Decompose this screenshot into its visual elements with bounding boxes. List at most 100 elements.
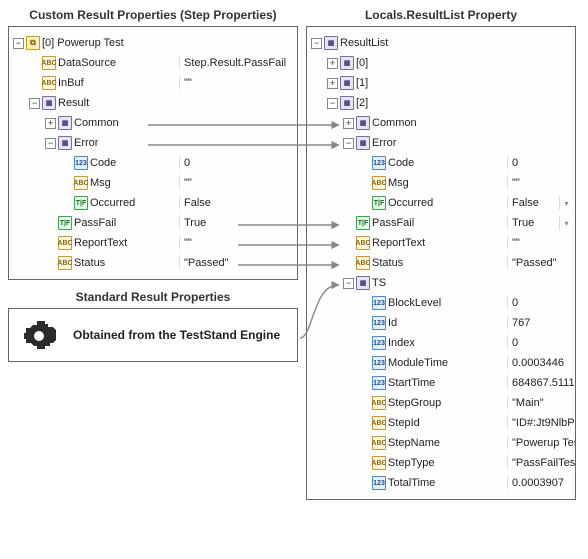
node-label: PassFail: [74, 217, 116, 229]
tree-row[interactable]: ABC StepName "Powerup Test": [307, 433, 575, 453]
node-label: TotalTime: [388, 477, 435, 489]
tree-row-root[interactable]: − ⧉ [0] Powerup Test: [9, 33, 297, 53]
container-icon: ▦: [356, 136, 370, 150]
expand-icon[interactable]: +: [343, 118, 354, 129]
expand-icon[interactable]: +: [327, 58, 338, 69]
string-icon: ABC: [42, 76, 56, 90]
string-icon: ABC: [356, 256, 370, 270]
tree-row[interactable]: 123 BlockLevel 0: [307, 293, 575, 313]
node-label: Msg: [388, 177, 409, 189]
number-icon: 123: [372, 156, 386, 170]
node-label: Id: [388, 317, 397, 329]
tree-row[interactable]: T|F Occurred False ▾: [307, 193, 575, 213]
collapse-icon[interactable]: −: [343, 278, 354, 289]
node-value: "Passed": [179, 257, 297, 269]
boolean-icon: T|F: [74, 196, 88, 210]
tree-row-status[interactable]: ABC Status "Passed": [9, 253, 297, 273]
tree-row[interactable]: 123 TotalTime 0.0003907: [307, 473, 575, 493]
tree-row-root[interactable]: − ▦ ResultList: [307, 33, 575, 53]
string-icon: ABC: [356, 236, 370, 250]
number-icon: 123: [372, 296, 386, 310]
node-label: InBuf: [58, 77, 84, 89]
node-label: ReportText: [372, 237, 425, 249]
node-value: 0: [507, 297, 575, 309]
node-value: "": [179, 77, 297, 89]
node-value: "Main": [507, 397, 575, 409]
tree-row-common[interactable]: + ▦ Common: [9, 113, 297, 133]
tree-row-common[interactable]: + ▦ Common: [307, 113, 575, 133]
collapse-icon[interactable]: −: [327, 98, 338, 109]
node-label: StepGroup: [388, 397, 441, 409]
expand-icon[interactable]: +: [45, 118, 56, 129]
node-label: Occurred: [388, 197, 433, 209]
number-icon: 123: [372, 336, 386, 350]
number-icon: 123: [74, 156, 88, 170]
tree-row-passfail[interactable]: T|F PassFail True: [9, 213, 297, 233]
node-label: Msg: [90, 177, 111, 189]
boolean-icon: T|F: [356, 216, 370, 230]
string-icon: ABC: [58, 236, 72, 250]
container-icon: ▦: [340, 76, 354, 90]
container-icon: ▦: [58, 116, 72, 130]
tree-row-error[interactable]: − ▦ Error: [307, 133, 575, 153]
node-value: "PassFailTest": [507, 457, 575, 469]
collapse-icon[interactable]: −: [29, 98, 40, 109]
tree-row[interactable]: − ▦ [2]: [307, 93, 575, 113]
right-tree-panel: − ▦ ResultList + ▦ [0] + ▦ [1] −: [306, 26, 576, 500]
tree-row-status[interactable]: ABC Status "Passed": [307, 253, 575, 273]
node-label: PassFail: [372, 217, 414, 229]
tree-row[interactable]: + ▦ [0]: [307, 53, 575, 73]
tree-row[interactable]: 123 ModuleTime 0.0003446: [307, 353, 575, 373]
tree-row[interactable]: ABC StepType "PassFailTest": [307, 453, 575, 473]
node-label: Index: [388, 337, 415, 349]
collapse-icon[interactable]: −: [311, 38, 322, 49]
boolean-icon: T|F: [58, 216, 72, 230]
number-icon: 123: [372, 376, 386, 390]
dropdown-icon[interactable]: ▾: [559, 216, 573, 230]
collapse-icon[interactable]: −: [343, 138, 354, 149]
left-panel-title: Custom Result Properties (Step Propertie…: [8, 8, 298, 22]
engine-icon: [23, 319, 59, 351]
node-value: False: [179, 197, 297, 209]
node-value: "Passed": [507, 257, 575, 269]
tree-row-reporttext[interactable]: ABC ReportText "": [307, 233, 575, 253]
node-label: DataSource: [58, 57, 116, 69]
tree-row[interactable]: ABC StepId "ID#:Jt9NlbPHP...: [307, 413, 575, 433]
std-panel-title: Standard Result Properties: [8, 290, 298, 304]
node-label: Common: [74, 117, 119, 129]
node-value: Step.Result.PassFail: [179, 57, 297, 69]
tree-row-error[interactable]: − ▦ Error: [9, 133, 297, 153]
tree-row[interactable]: ABC StepGroup "Main": [307, 393, 575, 413]
tree-row[interactable]: 123 Index 0: [307, 333, 575, 353]
tree-row[interactable]: ABC DataSource Step.Result.PassFail: [9, 53, 297, 73]
node-label: Code: [90, 157, 116, 169]
tree-row[interactable]: ABC InBuf "": [9, 73, 297, 93]
tree-row[interactable]: T|F Occurred False: [9, 193, 297, 213]
container-icon: ▦: [356, 276, 370, 290]
number-icon: 123: [372, 476, 386, 490]
tree-row[interactable]: + ▦ [1]: [307, 73, 575, 93]
string-icon: ABC: [372, 416, 386, 430]
node-value: "Powerup Test": [507, 437, 575, 449]
expand-icon[interactable]: +: [327, 78, 338, 89]
node-label: Error: [372, 137, 396, 149]
node-label: StartTime: [388, 377, 435, 389]
dropdown-icon[interactable]: ▾: [559, 196, 573, 210]
boolean-icon: T|F: [372, 196, 386, 210]
tree-row-ts[interactable]: − ▦ TS: [307, 273, 575, 293]
node-value: 767: [507, 317, 575, 329]
collapse-icon[interactable]: −: [13, 38, 24, 49]
node-value: "": [179, 177, 297, 189]
tree-row[interactable]: 123 Code 0: [9, 153, 297, 173]
tree-row-reporttext[interactable]: ABC ReportText "": [9, 233, 297, 253]
tree-row-passfail[interactable]: T|F PassFail True ▾: [307, 213, 575, 233]
tree-row[interactable]: 123 StartTime 684867.5111908: [307, 373, 575, 393]
tree-row[interactable]: ABC Msg "": [307, 173, 575, 193]
tree-row[interactable]: ABC Msg "": [9, 173, 297, 193]
tree-row[interactable]: − ▦ Result: [9, 93, 297, 113]
node-label: ModuleTime: [388, 357, 448, 369]
tree-row[interactable]: 123 Id 767: [307, 313, 575, 333]
collapse-icon[interactable]: −: [45, 138, 56, 149]
tree-row[interactable]: 123 Code 0: [307, 153, 575, 173]
node-label: [1]: [356, 77, 368, 89]
